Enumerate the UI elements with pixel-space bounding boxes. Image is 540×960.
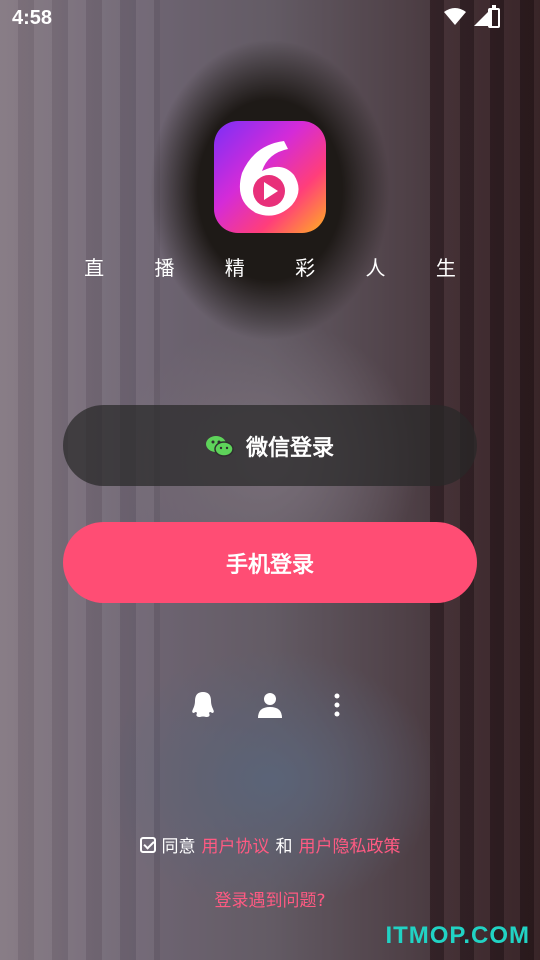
logo-six-play-icon [239, 141, 299, 216]
status-bar: 4:58 [0, 0, 540, 38]
phone-login-label: 手机登录 [225, 552, 314, 578]
agreement-conjunction: 和 [275, 837, 293, 857]
phone-login-button[interactable]: 手机登录 [63, 522, 477, 603]
agreement-checkbox[interactable] [139, 836, 156, 853]
battery-icon [488, 5, 500, 28]
qq-icon [192, 692, 214, 717]
alternative-login-row [0, 688, 540, 722]
more-vertical-icon [334, 693, 340, 717]
qq-login-button[interactable] [186, 688, 220, 722]
wechat-icon [205, 435, 234, 457]
wifi-icon [444, 8, 466, 25]
agreement-row: 同意 用户协议 和 用户隐私政策 [0, 832, 540, 857]
watermark: ITMOP.COM [385, 922, 530, 949]
app-slogan: 直 播 精 彩 人 生 [84, 256, 478, 280]
status-icons [444, 8, 492, 26]
wechat-login-button[interactable]: 微信登录 [63, 405, 477, 486]
user-icon [258, 693, 282, 718]
status-time: 4:58 [12, 7, 53, 29]
user-agreement-link[interactable]: 用户协议 [202, 832, 270, 857]
account-login-button[interactable] [253, 688, 287, 722]
privacy-policy-link[interactable]: 用户隐私政策 [299, 832, 401, 857]
more-options-button[interactable] [320, 688, 354, 722]
app-logo [214, 121, 326, 233]
agreement-prefix: 同意 [161, 837, 196, 857]
wechat-login-label: 微信登录 [245, 435, 334, 461]
login-help-link[interactable]: 登录遇到问题? [0, 886, 540, 911]
